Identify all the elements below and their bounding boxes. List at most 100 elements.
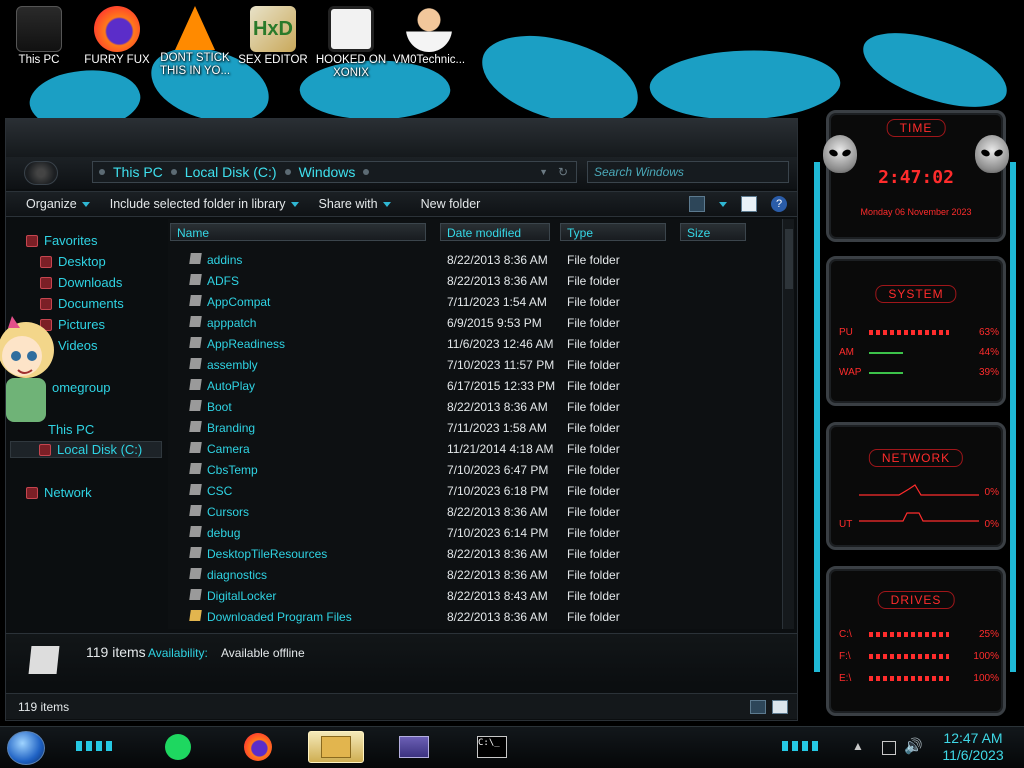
large-icons-view-icon[interactable] bbox=[772, 700, 788, 714]
system-gadget[interactable]: SYSTEM PU 63% AM 44% WAP 39% bbox=[826, 256, 1006, 406]
desktop-icon-sex-editor[interactable]: HxD SEX EDITOR bbox=[234, 6, 312, 67]
file-name[interactable]: Boot bbox=[207, 400, 232, 414]
drive-f-bar bbox=[869, 654, 949, 659]
share-with-button[interactable]: Share with bbox=[319, 197, 391, 211]
table-row[interactable]: Camera 11/21/2014 4:18 AM File folder bbox=[168, 438, 782, 459]
nav-local-disk[interactable]: Local Disk (C:) bbox=[10, 441, 162, 458]
taskbar-control-panel-button[interactable] bbox=[386, 731, 442, 763]
file-list[interactable]: Name Date modified Type Size addins 8/22/… bbox=[168, 219, 782, 629]
file-name[interactable]: AutoPlay bbox=[207, 379, 255, 393]
preview-pane-icon[interactable] bbox=[741, 196, 757, 212]
file-type: File folder bbox=[567, 295, 620, 309]
file-name[interactable]: CbsTemp bbox=[207, 463, 258, 477]
table-row[interactable]: Branding 7/11/2023 1:58 AM File folder bbox=[168, 417, 782, 438]
address-bar[interactable]: This PC Local Disk (C:) Windows ↻ ▼ bbox=[92, 161, 577, 183]
table-row[interactable]: AppCompat 7/11/2023 1:54 AM File folder bbox=[168, 291, 782, 312]
cpu-row: PU 63% bbox=[839, 327, 999, 338]
column-header-date[interactable]: Date modified bbox=[440, 223, 550, 241]
table-row[interactable]: DesktopTileResources 8/22/2013 8:36 AM Fil… bbox=[168, 543, 782, 564]
breadcrumb-local-disk[interactable]: Local Disk (C:) bbox=[185, 164, 277, 180]
table-row[interactable]: addins 8/22/2013 8:36 AM File folder bbox=[168, 249, 782, 270]
desktop-icon-this-pc[interactable]: This PC bbox=[0, 6, 78, 67]
chevron-down-icon[interactable]: ▼ bbox=[539, 167, 548, 177]
organize-button[interactable]: Organize bbox=[26, 197, 90, 211]
table-row[interactable]: CSC 7/10/2023 6:18 PM File folder bbox=[168, 480, 782, 501]
nav-downloads[interactable]: Downloads bbox=[40, 275, 122, 290]
table-row[interactable]: Downloaded Program Files 8/22/2013 8:36 A… bbox=[168, 606, 782, 627]
network-tray-icon[interactable] bbox=[882, 741, 896, 755]
file-name[interactable]: Downloaded Program Files bbox=[207, 610, 352, 624]
cpu-pct: 63% bbox=[978, 327, 999, 338]
file-name[interactable]: Branding bbox=[207, 421, 255, 435]
drive-e-row: E:\ 100% bbox=[839, 673, 999, 684]
search-input[interactable]: Search Windows bbox=[587, 161, 789, 183]
volume-icon[interactable]: 🔊 bbox=[904, 737, 923, 755]
file-name[interactable]: AppReadiness bbox=[207, 337, 285, 351]
file-name[interactable]: DesktopTileResources bbox=[207, 547, 327, 561]
taskbar-spotify-button[interactable] bbox=[150, 731, 206, 763]
show-hidden-icons-icon[interactable]: ▲ bbox=[852, 739, 864, 753]
network-gadget[interactable]: NETWORK 0% UT 0% bbox=[826, 422, 1006, 550]
include-in-library-button[interactable]: Include selected folder in library bbox=[110, 197, 299, 211]
drive-f-pct: 100% bbox=[973, 651, 999, 662]
taskbar-clock[interactable]: 12:47 AM 11/6/2023 bbox=[930, 730, 1016, 764]
table-row[interactable]: AutoPlay 6/17/2015 12:33 PM File folder bbox=[168, 375, 782, 396]
breadcrumb-separator-icon[interactable] bbox=[284, 169, 291, 175]
file-name[interactable]: CSC bbox=[207, 484, 232, 498]
taskbar-firefox-button[interactable] bbox=[230, 731, 286, 763]
nav-favorites[interactable]: Favorites bbox=[26, 233, 97, 248]
table-row[interactable]: ADFS 8/22/2013 8:36 AM File folder bbox=[168, 270, 782, 291]
file-name[interactable]: apppatch bbox=[207, 316, 256, 330]
breadcrumb-windows[interactable]: Windows bbox=[299, 164, 356, 180]
file-explorer-window[interactable]: This PC Local Disk (C:) Windows ↻ ▼ Sear… bbox=[5, 118, 798, 721]
breadcrumb-this-pc[interactable]: This PC bbox=[113, 164, 163, 180]
vertical-scrollbar[interactable] bbox=[782, 219, 794, 629]
column-header-type[interactable]: Type bbox=[560, 223, 666, 241]
file-name[interactable]: DigitalLocker bbox=[207, 589, 276, 603]
file-name[interactable]: assembly bbox=[207, 358, 258, 372]
time-gadget[interactable]: TIME 2:47:02 Monday 06 November 2023 bbox=[823, 110, 1009, 242]
folder-icon bbox=[189, 589, 202, 600]
column-header-size[interactable]: Size bbox=[680, 223, 746, 241]
file-name[interactable]: addins bbox=[207, 253, 242, 267]
nav-desktop[interactable]: Desktop bbox=[40, 254, 106, 269]
view-options-icon[interactable] bbox=[689, 196, 705, 212]
file-name[interactable]: ADFS bbox=[207, 274, 239, 288]
new-folder-button[interactable]: New folder bbox=[421, 197, 481, 211]
table-row[interactable]: Boot 8/22/2013 8:36 AM File folder bbox=[168, 396, 782, 417]
help-icon[interactable]: ? bbox=[771, 196, 787, 212]
breadcrumb-separator-icon[interactable] bbox=[363, 169, 370, 175]
table-row[interactable]: debug 7/10/2023 6:14 PM File folder bbox=[168, 522, 782, 543]
start-button[interactable] bbox=[7, 731, 45, 765]
back-forward-orb[interactable] bbox=[24, 161, 58, 185]
table-row[interactable]: assembly 7/10/2023 11:57 PM File folder bbox=[168, 354, 782, 375]
file-name[interactable]: debug bbox=[207, 526, 240, 540]
file-name[interactable]: Camera bbox=[207, 442, 250, 456]
file-name[interactable]: Cursors bbox=[207, 505, 249, 519]
table-row[interactable]: CbsTemp 7/10/2023 6:47 PM File folder bbox=[168, 459, 782, 480]
refresh-icon[interactable]: ↻ bbox=[558, 165, 568, 179]
command-toolbar: Organize Include selected folder in libr… bbox=[6, 191, 797, 217]
file-name[interactable]: diagnostics bbox=[207, 568, 267, 582]
details-view-icon[interactable] bbox=[750, 700, 766, 714]
drives-gadget[interactable]: DRIVES C:\ 25% F:\ 100% E:\ 100% bbox=[826, 566, 1006, 716]
table-row[interactable]: DigitalLocker 8/22/2013 8:43 AM File folde… bbox=[168, 585, 782, 606]
desktop-icon-vm0technic[interactable]: VM0Technic... bbox=[390, 6, 468, 67]
desktop-icon-dont-stick[interactable]: DONT STICK THIS IN YO... bbox=[156, 6, 234, 78]
desktop-icon-furry-fux[interactable]: FURRY FUX bbox=[78, 6, 156, 67]
window-title-frame[interactable] bbox=[6, 119, 797, 157]
table-row[interactable]: Cursors 8/22/2013 8:36 AM File folder bbox=[168, 501, 782, 522]
taskbar-cmd-button[interactable]: C:\_ bbox=[464, 731, 520, 763]
table-row[interactable]: apppatch 6/9/2015 9:53 PM File folder bbox=[168, 312, 782, 333]
table-row[interactable]: diagnostics 8/22/2013 8:36 AM File folder bbox=[168, 564, 782, 585]
breadcrumb-separator-icon[interactable] bbox=[170, 169, 177, 175]
file-name[interactable]: AppCompat bbox=[207, 295, 270, 309]
scrollbar-thumb[interactable] bbox=[785, 229, 793, 289]
column-header-name[interactable]: Name bbox=[170, 223, 426, 241]
chevron-down-icon[interactable] bbox=[719, 201, 727, 207]
nav-network[interactable]: Network bbox=[26, 485, 92, 500]
taskbar-file-explorer-button[interactable] bbox=[308, 731, 364, 763]
table-row[interactable]: AppReadiness 11/6/2023 12:46 AM File folde… bbox=[168, 333, 782, 354]
desktop-icon-hooked-on-xonix[interactable]: HOOKED ON XONIX bbox=[312, 6, 390, 80]
folder-icon bbox=[189, 442, 202, 453]
